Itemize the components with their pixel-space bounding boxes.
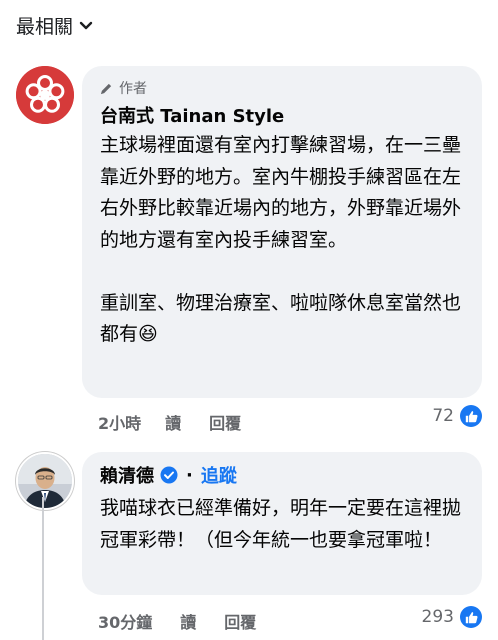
reaction-count[interactable]: 293 xyxy=(422,606,482,628)
sort-dropdown[interactable]: 最相關 xyxy=(16,12,93,39)
verified-badge-icon xyxy=(160,466,178,484)
sort-label: 最相關 xyxy=(16,16,74,38)
reply-thread-line xyxy=(42,497,44,640)
separator-dot: · xyxy=(186,464,193,486)
pen-icon xyxy=(100,83,112,94)
like-icon xyxy=(460,405,482,427)
follow-button[interactable]: 追蹤 xyxy=(201,462,237,488)
comment-bubble: 作者 台南式 Tainan Style 主球場裡面還有室內打擊練習場，在一三壘靠… xyxy=(82,66,482,398)
comment-actions: 2小時 讀 回覆 xyxy=(98,410,241,434)
reply-button[interactable]: 回覆 xyxy=(209,410,241,434)
like-button[interactable]: 讀 xyxy=(165,410,181,434)
avatar[interactable] xyxy=(16,66,74,124)
commenter-name[interactable]: 賴清德 xyxy=(100,462,154,488)
author-tag-label: 作者 xyxy=(119,81,147,97)
plum-blossom-logo xyxy=(16,66,74,124)
avatar[interactable] xyxy=(16,452,74,510)
reply-button[interactable]: 回覆 xyxy=(224,609,256,633)
like-count: 72 xyxy=(432,406,454,426)
timestamp[interactable]: 2小時 xyxy=(98,410,141,434)
commenter-header: 賴清德 · 追蹤 xyxy=(100,462,237,488)
comment-actions: 30分鐘 讀 回覆 xyxy=(98,609,256,633)
comment-text: 主球場裡面還有室內打擊練習場，在一三壘靠近外野的地方。室內牛棚投手練習區在左右外… xyxy=(100,134,462,345)
like-button[interactable]: 讀 xyxy=(180,609,196,633)
comment-text: 我喵球衣已經準備好，明年一定要在這裡拋冠軍彩帶！（但今年統一也要拿冠軍啦！ xyxy=(100,497,462,551)
profile-photo xyxy=(18,454,72,508)
comment-bubble: 賴清德 · 追蹤 我喵球衣已經準備好，明年一定要在這裡拋冠軍彩帶！（但今年統一也… xyxy=(82,452,482,595)
chevron-down-icon xyxy=(79,21,93,29)
reaction-count[interactable]: 72 xyxy=(432,405,482,427)
like-icon xyxy=(460,606,482,628)
like-count: 293 xyxy=(421,607,454,627)
commenter-name[interactable]: 台南式 Tainan Style xyxy=(100,102,284,128)
author-badge: 作者 xyxy=(100,78,147,98)
timestamp[interactable]: 30分鐘 xyxy=(98,609,152,633)
